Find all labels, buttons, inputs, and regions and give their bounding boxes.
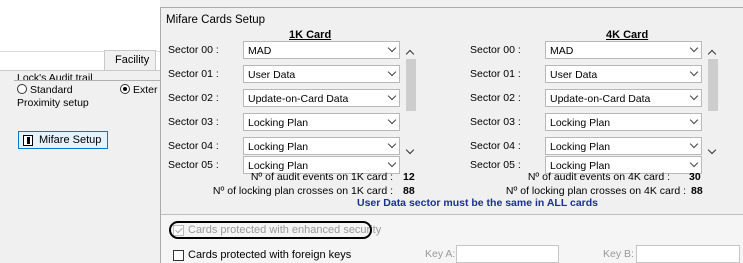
scroll-up-icon[interactable] (405, 49, 415, 59)
card-1k-scrollbar[interactable] (404, 43, 418, 161)
card-4k-sector-02-label: Sector 02 : (470, 92, 521, 104)
card-1k-sector-00-select[interactable]: MAD (243, 41, 400, 59)
card-4k-sector-04-value: Locking Plan (550, 141, 611, 153)
scroll-thumb[interactable] (406, 59, 416, 111)
card-4k-sector-01-label: Sector 01 : (470, 68, 521, 80)
card-4k-sector-00-value: MAD (550, 45, 574, 57)
card-1k-sector-04-label: Sector 04 : (168, 140, 219, 152)
chevron-down-icon (387, 43, 397, 53)
scroll-down-icon[interactable] (405, 145, 415, 155)
card-4k-audit-events-value: 30 (689, 171, 701, 183)
card-4k-sector-00-label: Sector 00 : (470, 44, 521, 56)
card-1k-sector-04-value: Locking Plan (248, 141, 309, 153)
card-1k-sector-05-label: Sector 05 : (168, 159, 219, 171)
card-1k-sector-02-value: Update-on-Card Data (248, 93, 349, 105)
chevron-down-icon (387, 158, 397, 168)
highlight-annotation (169, 221, 372, 239)
card-4k-sector-03-select[interactable]: Locking Plan (545, 113, 702, 131)
key-b-label: Key B: (603, 248, 634, 260)
card-1k-sector-00-label: Sector 00 : (168, 44, 219, 56)
card-1k-heading: 1K Card (289, 29, 332, 41)
foreign-keys-checkbox[interactable] (173, 249, 184, 261)
card-1k-sector-04-select[interactable]: Locking Plan (243, 137, 400, 155)
card-4k-audit-events-label: Nº of audit events on 4K card : (527, 171, 670, 183)
radio-extended[interactable]: Exter (120, 84, 158, 96)
card-1k-sector-01-select[interactable]: User Data (243, 65, 400, 83)
card-1k-sector-02-select[interactable]: Update-on-Card Data (243, 89, 400, 107)
foreign-keys-checkbox-row[interactable]: Cards protected with foreign keys (173, 249, 351, 261)
radio-extended-label: Exter (133, 84, 158, 96)
card-4k-sector-01-value: User Data (550, 69, 598, 81)
chevron-down-icon (387, 115, 397, 125)
audit-trail-label: Lock's Audit trail (17, 72, 93, 84)
parent-window: Facility Lock's Audit trail Standard Ext… (0, 0, 160, 263)
chevron-down-icon (689, 158, 699, 168)
parent-header-area (0, 0, 160, 52)
mifare-setup-button[interactable]: Mifare Setup (18, 131, 108, 149)
card-1k-sector-01-value: User Data (248, 69, 296, 81)
mifare-cards-setup-dialog: Mifare Cards Setup 1K Card Sector 00 : M… (160, 7, 743, 263)
chevron-down-icon (387, 91, 397, 101)
card-1k-sector-02-label: Sector 02 : (168, 92, 219, 104)
chevron-down-icon (387, 67, 397, 77)
card-1k-crosses-value: 88 (403, 185, 415, 197)
card-4k-scrollbar[interactable] (706, 43, 720, 161)
card-1k-audit-events-value: 12 (403, 171, 415, 183)
proximity-setup-label: Proximity setup (17, 97, 89, 109)
card-4k-heading: 4K Card (606, 29, 649, 41)
scroll-up-icon[interactable] (707, 49, 717, 59)
card-1k-sector-01-label: Sector 01 : (168, 68, 219, 80)
card-4k-sector-01-select[interactable]: User Data (545, 65, 702, 83)
tab-facility[interactable]: Facility (104, 50, 156, 70)
card-1k-sector-00-value: MAD (248, 45, 272, 57)
radio-standard-circle[interactable] (17, 84, 27, 94)
audit-trail-divider (14, 80, 160, 81)
card-1k-sector-03-value: Locking Plan (248, 117, 309, 129)
chevron-down-icon (689, 67, 699, 77)
card-4k-sector-02-value: Update-on-Card Data (550, 93, 651, 105)
foreign-keys-label: Cards protected with foreign keys (188, 249, 352, 261)
user-data-notice: User Data sector must be the same in ALL… (357, 197, 599, 209)
card-4k-sector-03-value: Locking Plan (550, 117, 611, 129)
chevron-down-icon (689, 139, 699, 149)
card-1k-crosses-label: Nº of locking plan crosses on 1K card : (212, 185, 393, 197)
card-4k-sector-03-label: Sector 03 : (470, 116, 521, 128)
card-4k-sector-04-label: Sector 04 : (470, 140, 521, 152)
card-4k-sector-04-select[interactable]: Locking Plan (545, 137, 702, 155)
radio-extended-circle[interactable] (120, 84, 130, 94)
scroll-down-icon[interactable] (707, 145, 717, 155)
chevron-down-icon (689, 91, 699, 101)
card-4k-crosses-label: Nº of locking plan crosses on 4K card : (505, 185, 686, 197)
radio-standard[interactable]: Standard (17, 84, 73, 96)
chevron-down-icon (689, 43, 699, 53)
dialog-title: Mifare Cards Setup (166, 14, 266, 26)
card-1k-sector-03-select[interactable]: Locking Plan (243, 113, 400, 131)
chevron-down-icon (689, 115, 699, 125)
card-1k-sector-03-label: Sector 03 : (168, 116, 219, 128)
scroll-thumb[interactable] (708, 59, 718, 111)
card-1k-audit-events-label: Nº of audit events on 1K card : (250, 171, 393, 183)
door-icon (23, 134, 33, 146)
key-a-input[interactable] (456, 245, 559, 263)
card-4k-sector-05-label: Sector 05 : (470, 159, 521, 171)
radio-standard-label: Standard (30, 84, 73, 96)
chevron-down-icon (387, 139, 397, 149)
card-4k-sector-02-select[interactable]: Update-on-Card Data (545, 89, 702, 107)
card-4k-crosses-value: 88 (691, 185, 703, 197)
card-4k-sector-00-select[interactable]: MAD (545, 41, 702, 59)
key-a-label: Key A: (425, 248, 456, 260)
key-b-input[interactable] (636, 245, 740, 263)
mifare-setup-label: Mifare Setup (39, 134, 102, 146)
